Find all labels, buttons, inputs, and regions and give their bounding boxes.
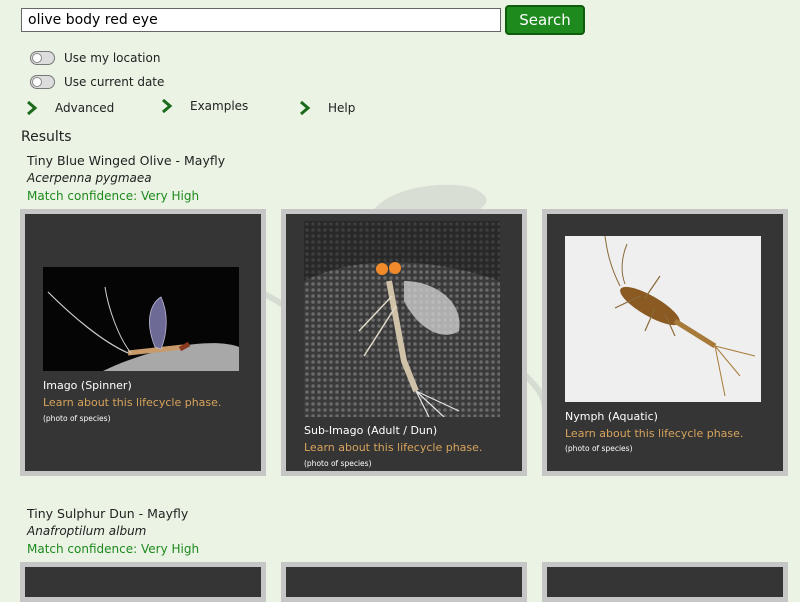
chevron-right-icon bbox=[162, 99, 173, 113]
expander-advanced[interactable]: Advanced bbox=[25, 101, 114, 115]
species-header: Tiny Sulphur Dun - Mayfly Anafroptilum a… bbox=[27, 505, 199, 558]
lifecycle-link[interactable]: Learn about this lifecycle phase. bbox=[304, 441, 482, 454]
chevron-right-icon bbox=[300, 101, 311, 115]
expander-label: Advanced bbox=[55, 101, 115, 115]
lifecycle-card-nymph[interactable]: Nymph (Aquatic) Learn about this lifecyc… bbox=[542, 209, 788, 476]
toggle-switch-icon[interactable] bbox=[30, 51, 55, 65]
lifecycle-link[interactable]: Learn about this lifecycle phase. bbox=[43, 396, 221, 409]
species-name: Tiny Blue Winged Olive - Mayfly bbox=[27, 153, 226, 168]
lifecycle-card-sub-imago[interactable]: Sub-Imago (Adult / Dun) Learn about this… bbox=[281, 209, 527, 476]
match-confidence: Match confidence: Very High bbox=[27, 189, 200, 203]
species-header: Tiny Blue Winged Olive - Mayfly Acerpenn… bbox=[27, 152, 225, 205]
species-photo bbox=[565, 236, 761, 402]
lifecycle-link[interactable]: Learn about this lifecycle phase. bbox=[565, 427, 743, 440]
toggle-label: Use my location bbox=[64, 51, 161, 65]
lifecycle-card-imago[interactable]: Imago (Spinner) Learn about this lifecyc… bbox=[20, 209, 266, 476]
expander-help[interactable]: Help bbox=[298, 101, 355, 115]
lifecycle-phase-label: Sub-Imago (Adult / Dun) bbox=[304, 424, 438, 437]
toggle-label: Use current date bbox=[64, 75, 165, 89]
search-button-label: Search bbox=[519, 11, 571, 29]
photo-note: (photo of species) bbox=[565, 444, 633, 453]
results-heading: Results bbox=[21, 129, 72, 145]
lifecycle-card[interactable] bbox=[281, 562, 527, 602]
lifecycle-phase-label: Imago (Spinner) bbox=[43, 379, 132, 392]
lifecycle-card[interactable] bbox=[20, 562, 266, 602]
species-photo bbox=[304, 221, 500, 417]
photo-note: (photo of species) bbox=[304, 459, 372, 468]
search-button[interactable]: Search bbox=[505, 5, 585, 35]
photo-note: (photo of species) bbox=[43, 414, 111, 423]
species-latin-name: Anafroptilum album bbox=[27, 524, 147, 538]
toggle-use-location[interactable]: Use my location bbox=[30, 51, 160, 65]
expander-label: Help bbox=[328, 101, 356, 115]
toggle-switch-icon[interactable] bbox=[30, 75, 55, 89]
match-confidence: Match confidence: Very High bbox=[27, 542, 200, 556]
species-name: Tiny Sulphur Dun - Mayfly bbox=[27, 506, 189, 521]
species-latin-name: Acerpenna pygmaea bbox=[27, 171, 152, 185]
toggle-use-current-date[interactable]: Use current date bbox=[30, 75, 164, 89]
lifecycle-phase-label: Nymph (Aquatic) bbox=[565, 410, 658, 423]
species-photo bbox=[43, 267, 239, 371]
lifecycle-card[interactable] bbox=[542, 562, 788, 602]
chevron-right-icon bbox=[27, 101, 38, 115]
search-input[interactable] bbox=[21, 8, 501, 32]
expander-examples[interactable]: Examples bbox=[160, 99, 248, 113]
expander-label: Examples bbox=[190, 99, 249, 113]
